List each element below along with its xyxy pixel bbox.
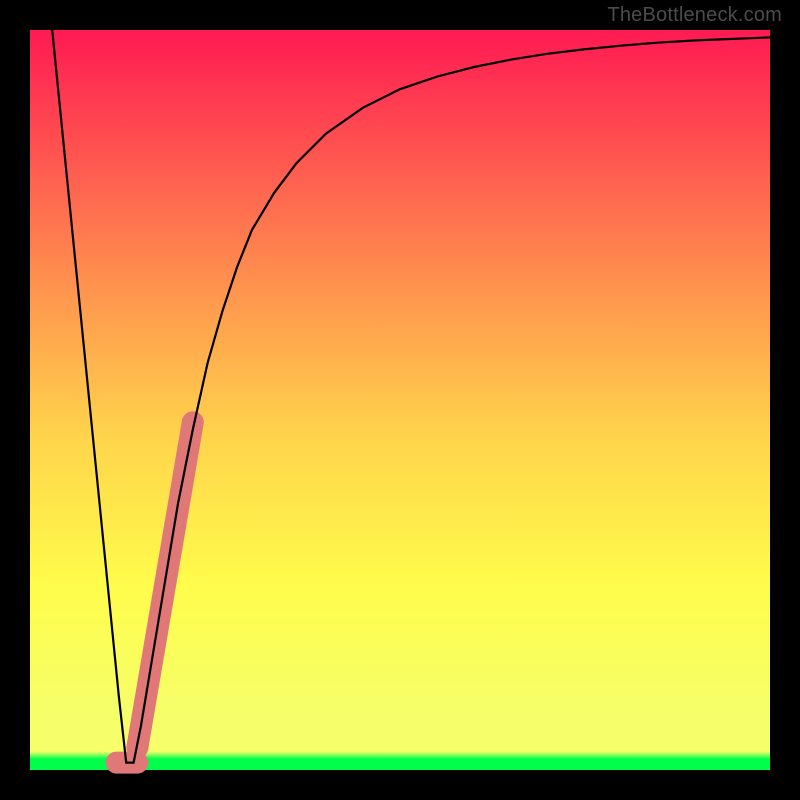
bottleneck-chart	[0, 0, 800, 800]
chart-container: TheBottleneck.com	[0, 0, 800, 800]
plot-area	[30, 30, 770, 770]
watermark-text: TheBottleneck.com	[607, 4, 782, 27]
